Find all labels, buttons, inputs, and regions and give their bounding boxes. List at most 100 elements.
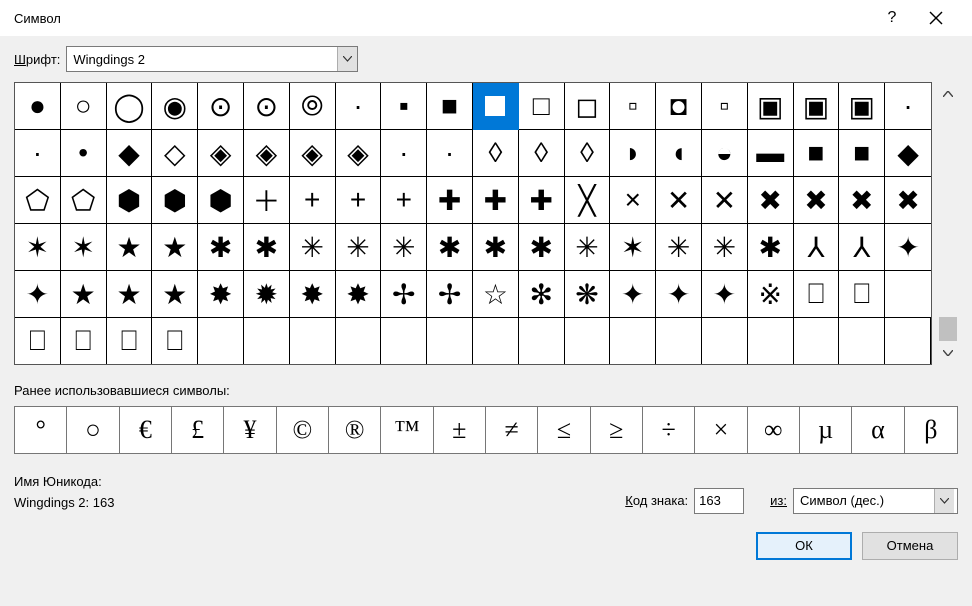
symbol-cell[interactable]: · (381, 130, 427, 177)
symbol-cell[interactable] (519, 318, 565, 364)
symbol-cell[interactable] (336, 318, 382, 364)
symbol-cell[interactable] (794, 318, 840, 364)
symbol-cell[interactable]: ■ (427, 83, 473, 130)
symbol-cell[interactable]: ◈ (290, 130, 336, 177)
symbol-cell[interactable]: ⊙ (198, 83, 244, 130)
symbol-cell[interactable]: + (336, 177, 382, 224)
from-combobox[interactable] (793, 488, 958, 514)
symbol-cell[interactable] (565, 318, 611, 364)
recent-symbol-cell[interactable]: α (852, 407, 904, 453)
symbol-cell[interactable] (427, 318, 473, 364)
recent-symbol-cell[interactable]: ™ (381, 407, 433, 453)
symbol-cell[interactable]: ⎕ (15, 318, 61, 364)
symbol-cell[interactable]: ✳ (565, 224, 611, 271)
recent-symbol-cell[interactable]: ≠ (486, 407, 538, 453)
recent-symbol-cell[interactable]: ÷ (643, 407, 695, 453)
symbol-cell[interactable]: ✱ (748, 224, 794, 271)
font-input[interactable] (67, 47, 337, 71)
recent-symbol-cell[interactable]: β (905, 407, 957, 453)
symbol-cell[interactable] (244, 318, 290, 364)
ok-button[interactable]: ОК (756, 532, 852, 560)
scroll-down-button[interactable] (940, 345, 956, 361)
symbol-cell[interactable]: × (610, 177, 656, 224)
recent-symbol-cell[interactable]: ≥ (591, 407, 643, 453)
symbol-cell[interactable]: + (381, 177, 427, 224)
recent-symbol-cell[interactable]: £ (172, 407, 224, 453)
symbol-cell[interactable]: ◆ (107, 130, 153, 177)
symbol-cell[interactable] (885, 271, 931, 318)
symbol-cell[interactable]: ✳ (290, 224, 336, 271)
symbol-cell[interactable]: ✳ (336, 224, 382, 271)
symbol-cell[interactable] (610, 318, 656, 364)
symbol-cell[interactable]: ★ (152, 271, 198, 318)
symbol-cell[interactable] (839, 318, 885, 364)
symbol-cell[interactable]: ★ (152, 224, 198, 271)
symbol-cell[interactable] (656, 318, 702, 364)
font-dropdown-button[interactable] (337, 47, 357, 71)
symbol-cell[interactable]: ✶ (61, 224, 107, 271)
symbol-cell[interactable]: ✱ (473, 224, 519, 271)
symbol-cell[interactable]: ★ (107, 224, 153, 271)
symbol-cell[interactable]: ✱ (427, 224, 473, 271)
symbol-cell[interactable]: ■ (794, 130, 840, 177)
symbol-cell[interactable]: ◉ (152, 83, 198, 130)
scroll-up-button[interactable] (940, 86, 956, 102)
recent-symbol-cell[interactable]: € (120, 407, 172, 453)
symbol-cell[interactable]: ✶ (15, 224, 61, 271)
symbol-cell[interactable]: ◖ (656, 130, 702, 177)
symbol-cell[interactable]: ※ (748, 271, 794, 318)
symbol-cell[interactable]: ▣ (839, 83, 885, 130)
symbol-cell[interactable]: ★ (61, 271, 107, 318)
symbol-cell[interactable]: ◯ (107, 83, 153, 130)
symbol-cell[interactable]: ⬠ (15, 177, 61, 224)
symbol-cell[interactable]: ✸ (290, 271, 336, 318)
symbol-cell[interactable]: ★ (107, 271, 153, 318)
recent-symbol-cell[interactable]: × (695, 407, 747, 453)
char-code-input[interactable] (694, 488, 744, 514)
symbol-cell[interactable]: ▫ (702, 83, 748, 130)
from-input[interactable] (794, 489, 934, 513)
symbol-cell[interactable]: · (885, 83, 931, 130)
symbol-cell[interactable]: ╳ (565, 177, 611, 224)
symbol-cell[interactable]: ⎕ (107, 318, 153, 364)
symbol-cell[interactable]: ◈ (336, 130, 382, 177)
symbol-cell[interactable] (198, 318, 244, 364)
symbol-cell[interactable]: ✖ (839, 177, 885, 224)
symbol-cell[interactable]: ⎕ (794, 271, 840, 318)
symbol-cell[interactable]: ◘ (656, 83, 702, 130)
symbol-cell[interactable] (702, 318, 748, 364)
cancel-button[interactable]: Отмена (862, 532, 958, 560)
symbol-cell[interactable]: ▬ (748, 130, 794, 177)
symbol-cell[interactable]: ✦ (885, 224, 931, 271)
symbol-cell[interactable]: • (61, 130, 107, 177)
symbol-cell[interactable] (885, 318, 931, 364)
symbol-cell[interactable]: ⦾ (290, 83, 336, 130)
symbol-cell[interactable]: ＋ (244, 177, 290, 224)
symbol-cell[interactable]: ▣ (748, 83, 794, 130)
symbol-cell[interactable]: ◻ (565, 83, 611, 130)
symbol-cell[interactable]: ⅄ (839, 224, 885, 271)
symbol-cell[interactable]: ⬢ (107, 177, 153, 224)
symbol-cell[interactable]: ✻ (519, 271, 565, 318)
symbol-cell[interactable]: · (15, 130, 61, 177)
symbol-cell[interactable]: ◆ (885, 130, 931, 177)
symbol-cell[interactable]: ⬢ (198, 177, 244, 224)
symbol-cell[interactable]: ◈ (198, 130, 244, 177)
symbol-grid[interactable]: ●○◯◉⊙⊙⦾·▪■□◻▫◘▫▣▣▣··•◆◇◈◈◈◈··◊◊◊◗◖◒▬■■◆⬠… (14, 82, 932, 365)
symbol-cell[interactable]: ✚ (519, 177, 565, 224)
grid-scrollbar[interactable] (938, 82, 958, 365)
recent-symbol-cell[interactable]: ○ (67, 407, 119, 453)
symbol-cell[interactable] (290, 318, 336, 364)
recent-symbol-cell[interactable]: ® (329, 407, 381, 453)
symbol-cell[interactable] (381, 318, 427, 364)
symbol-cell[interactable]: ◊ (565, 130, 611, 177)
symbol-cell[interactable]: ⎕ (152, 318, 198, 364)
symbol-cell[interactable]: ✹ (244, 271, 290, 318)
symbol-cell[interactable]: ◗ (610, 130, 656, 177)
symbol-cell[interactable]: ✳ (702, 224, 748, 271)
symbol-cell[interactable]: ⊙ (244, 83, 290, 130)
symbol-cell[interactable]: ■ (839, 130, 885, 177)
symbol-cell[interactable]: ⅄ (794, 224, 840, 271)
symbol-cell[interactable]: ○ (61, 83, 107, 130)
symbol-cell[interactable]: ✖ (794, 177, 840, 224)
